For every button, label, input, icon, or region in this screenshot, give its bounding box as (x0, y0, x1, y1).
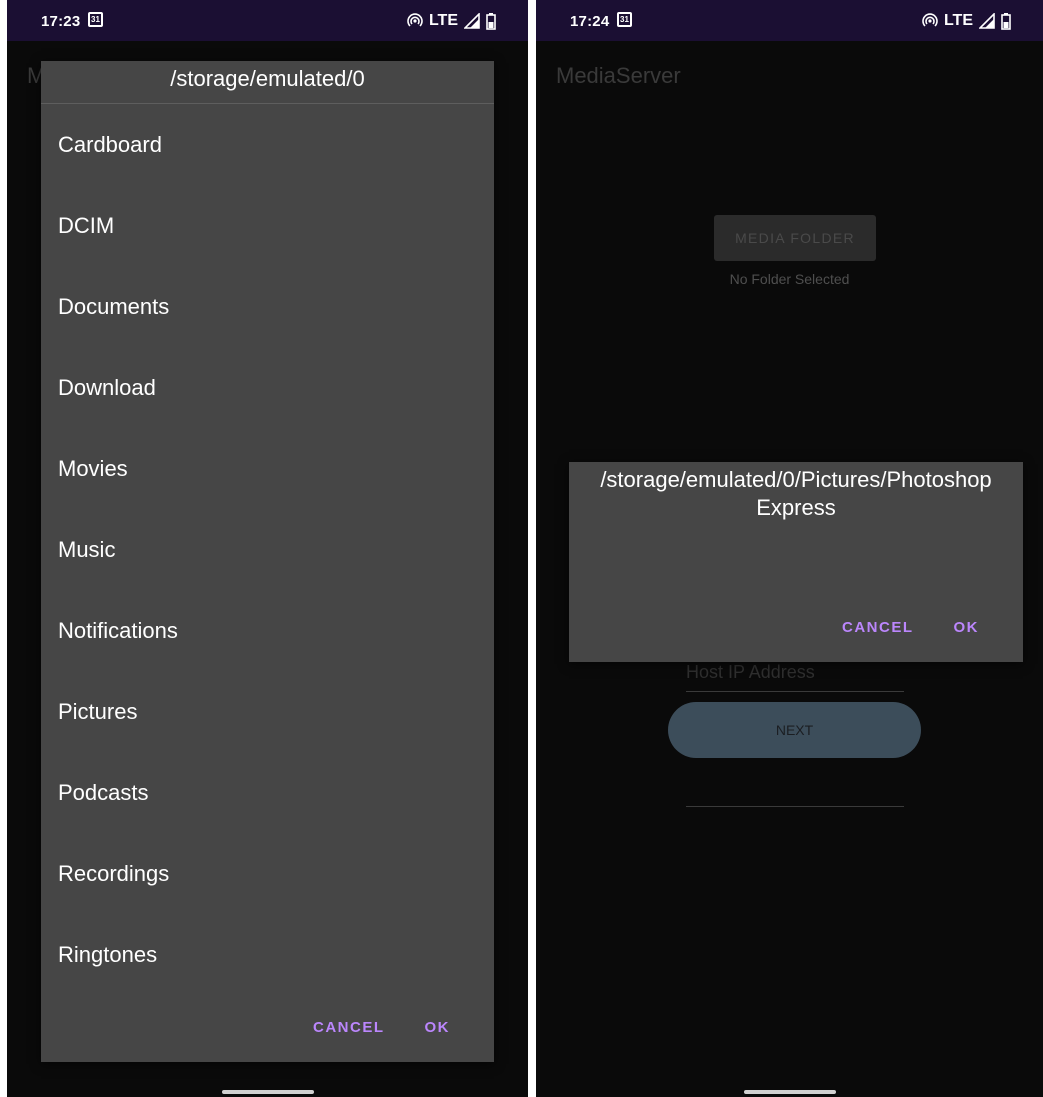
folder-status-text: No Folder Selected (729, 271, 850, 287)
ok-button[interactable]: OK (425, 1019, 451, 1036)
folder-item-notifications[interactable]: Notifications (41, 590, 494, 671)
app-title: MediaServer (556, 63, 681, 88)
media-folder-button[interactable]: MEDIA FOLDER (714, 215, 876, 261)
confirm-folder-dialog: /storage/emulated/0/Pictures/Photoshop E… (569, 462, 1023, 662)
nav-gesture-handle[interactable] (743, 1090, 836, 1094)
host-ip-input[interactable]: Host IP Address (686, 657, 904, 692)
folder-item-movies[interactable]: Movies (41, 428, 494, 509)
status-time: 17:24 (570, 13, 610, 30)
input-underline[interactable] (686, 806, 904, 807)
folder-item-recordings[interactable]: Recordings (41, 833, 494, 914)
folder-item-podcasts[interactable]: Podcasts (41, 752, 494, 833)
network-type: LTE (943, 12, 973, 29)
status-bar: 17:23 31 LTE (7, 0, 528, 41)
folder-item-music[interactable]: Music (41, 509, 494, 590)
folder-item-ringtones[interactable]: Ringtones (41, 914, 494, 995)
right-phone-screen: 17:24 31 LTE MediaServer MEDIA FOLDER No… (536, 0, 1043, 1097)
cancel-button[interactable]: CANCEL (313, 1019, 385, 1036)
dialog-title: /storage/emulated/0 (41, 61, 494, 104)
cancel-button[interactable]: CANCEL (842, 619, 914, 636)
left-phone-screen: 17:23 31 LTE MediaServer /storage/emulat… (7, 0, 528, 1097)
battery-icon (486, 12, 496, 30)
status-icons: LTE (922, 12, 1011, 30)
hotspot-icon (922, 13, 938, 27)
dialog-actions: CANCEL OK (842, 592, 1023, 662)
nav-gesture-handle[interactable] (221, 1090, 314, 1094)
app-title: MediaServer (27, 63, 41, 88)
status-icons: LTE (407, 12, 496, 30)
folder-item-documents[interactable]: Documents (41, 266, 494, 347)
status-time: 17:23 (41, 13, 81, 30)
ok-button[interactable]: OK (954, 619, 980, 636)
folder-list: Cardboard DCIM Documents Download Movies… (41, 104, 494, 995)
folder-picker-dialog: /storage/emulated/0 Cardboard DCIM Docum… (41, 61, 494, 1062)
folder-item-pictures[interactable]: Pictures (41, 671, 494, 752)
folder-item-download[interactable]: Download (41, 347, 494, 428)
next-button[interactable]: NEXT (668, 702, 921, 758)
battery-icon (1001, 12, 1011, 30)
hotspot-icon (407, 13, 423, 27)
dialog-actions: CANCEL OK (313, 992, 494, 1062)
folder-item-cardboard[interactable]: Cardboard (41, 104, 494, 185)
dialog-title: /storage/emulated/0/Pictures/Photoshop E… (600, 467, 992, 520)
folder-item-dcim[interactable]: DCIM (41, 185, 494, 266)
signal-icon (979, 13, 995, 29)
network-type: LTE (428, 12, 458, 29)
calendar-icon: 31 (617, 12, 632, 27)
calendar-icon: 31 (88, 12, 103, 27)
status-bar: 17:24 31 LTE (536, 0, 1043, 41)
signal-icon (464, 13, 480, 29)
